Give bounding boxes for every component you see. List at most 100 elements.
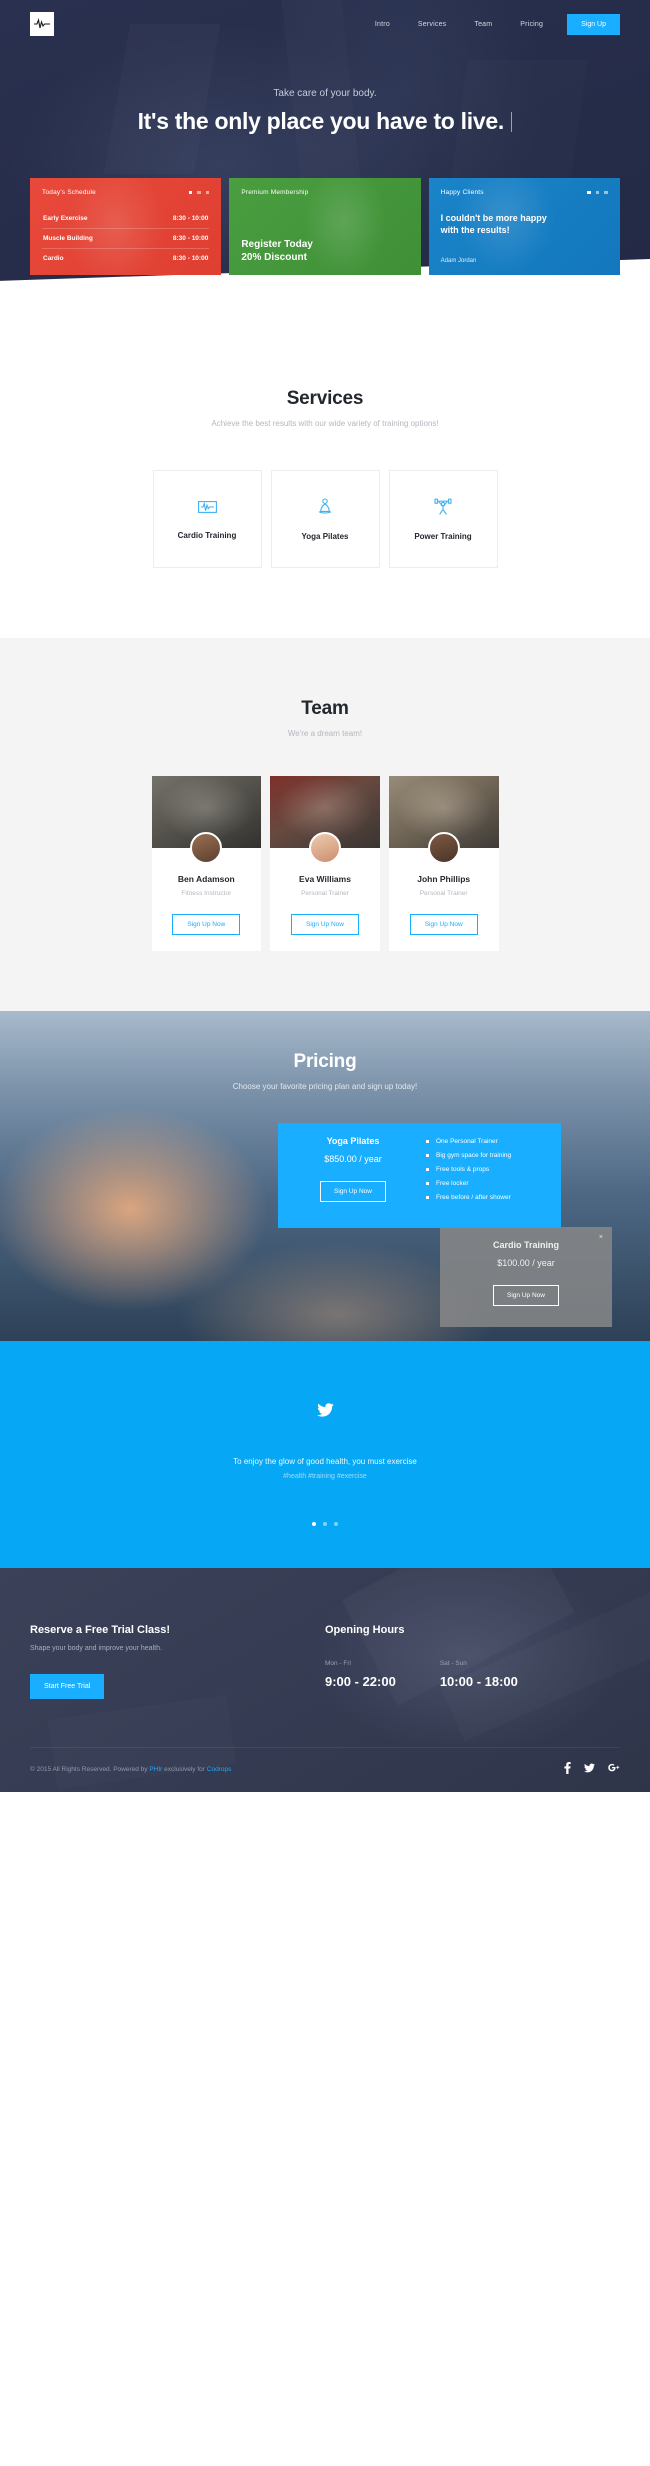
membership-line-2: 20% Discount	[241, 251, 307, 263]
nav-link-team[interactable]: Team	[460, 21, 506, 28]
plan-price: $100.00 / year	[497, 1258, 555, 1268]
services-section: Services Achieve the best results with o…	[0, 300, 650, 638]
team-card[interactable]: Eva Williams Personal Trainer Sign Up No…	[270, 776, 380, 951]
pricing-cards: Yoga Pilates $850.00 / year Sign Up Now …	[0, 1123, 650, 1328]
heartbeat-logo-icon[interactable]	[30, 12, 54, 36]
carousel-dot[interactable]	[188, 190, 193, 195]
team-cards: Ben Adamson Fitness Instructor Sign Up N…	[151, 776, 499, 951]
promo-membership-title: Premium Membership	[241, 189, 309, 196]
tweet-carousel-dots[interactable]	[0, 1522, 650, 1526]
team-signup-button[interactable]: Sign Up Now	[172, 914, 241, 935]
carousel-dot[interactable]	[604, 190, 608, 195]
nav-link-intro[interactable]: Intro	[361, 21, 404, 28]
codrops-link[interactable]: Codrops	[207, 1766, 232, 1773]
plan-signup-button[interactable]: Sign Up Now	[320, 1181, 386, 1202]
cta-title: Reserve a Free Trial Class!	[30, 1624, 171, 1636]
avatar	[427, 832, 460, 864]
plan-feature-label: One Personal Trainer	[436, 1138, 498, 1145]
hours-title: Opening Hours	[325, 1624, 405, 1636]
client-quote-line-1: I couldn't be more happy	[440, 213, 547, 223]
promo-card-clients[interactable]: Happy Clients I couldn't be more happy w…	[429, 178, 620, 275]
carousel-dot[interactable]	[595, 190, 600, 195]
twitter-icon[interactable]	[584, 1763, 595, 1775]
promo-cards: Today's Schedule Early Exercise 8:30 - 1…	[30, 178, 620, 275]
tweet-section: To enjoy the glow of good health, you mu…	[0, 1341, 650, 1568]
hours-value: 9:00 - 22:00	[325, 1674, 396, 1689]
team-signup-button[interactable]: Sign Up Now	[409, 914, 478, 935]
team-title: Team	[301, 698, 349, 719]
schedule-name: Cardio	[43, 255, 64, 262]
schedule-row: Muscle Building 8:30 - 10:00	[42, 228, 210, 248]
copyright-mid: exclusively for	[162, 1765, 207, 1773]
plan-price: $850.00 / year	[324, 1154, 382, 1164]
plan-name: Cardio Training	[492, 1240, 559, 1250]
bullet-icon	[426, 1182, 429, 1185]
phir-link[interactable]: PHIr	[149, 1766, 162, 1773]
footer-columns: Reserve a Free Trial Class! Shape your b…	[30, 1624, 620, 1747]
nav-link-pricing[interactable]: Pricing	[506, 21, 557, 28]
start-free-trial-button[interactable]: Start Free Trial	[30, 1674, 105, 1699]
promo-card-membership[interactable]: Premium Membership Register Today 20% Di…	[229, 178, 420, 275]
team-card[interactable]: Ben Adamson Fitness Instructor Sign Up N…	[151, 776, 262, 951]
team-signup-button[interactable]: Sign Up Now	[291, 914, 359, 935]
yoga-pose-icon	[316, 497, 334, 516]
promo-carousel-dots[interactable]	[587, 190, 608, 195]
close-icon[interactable]: ×	[599, 1234, 603, 1241]
google-plus-icon[interactable]	[608, 1763, 620, 1776]
membership-line-1: Register Today	[241, 238, 313, 250]
service-label: Cardio Training	[177, 530, 237, 540]
team-card[interactable]: John Phillips Personal Trainer Sign Up N…	[388, 776, 499, 951]
heartbeat-monitor-icon	[197, 499, 217, 515]
carousel-dot[interactable]	[312, 1522, 316, 1526]
plan-feature: Free before / after shower	[426, 1194, 545, 1201]
signup-button[interactable]: Sign Up	[567, 13, 620, 35]
promo-carousel-dots[interactable]	[188, 190, 210, 195]
bullet-icon	[426, 1140, 429, 1143]
promo-membership-header: Premium Membership	[241, 189, 408, 196]
plan-feature-label: Free before / after shower	[436, 1194, 511, 1201]
plan-feature: Free tools & props	[426, 1166, 545, 1173]
pricing-subtitle: Choose your favorite pricing plan and si…	[232, 1082, 418, 1091]
hero-title-text: It's the only place you have to live.	[137, 108, 505, 134]
carousel-dot[interactable]	[205, 190, 210, 195]
promo-schedule-title: Today's Schedule	[42, 189, 96, 196]
nav-link-services[interactable]: Services	[404, 21, 460, 28]
tweet-hashtags: #health #training #exercise	[283, 1473, 367, 1480]
schedule-time: 8:30 - 10:00	[172, 255, 209, 262]
client-quote-line-2: with the results!	[440, 225, 510, 236]
plan-feature: One Personal Trainer	[426, 1138, 545, 1145]
service-card-cardio[interactable]: Cardio Training	[152, 470, 262, 568]
carousel-dot[interactable]	[587, 190, 591, 195]
schedule-row: Cardio 8:30 - 10:00	[42, 248, 210, 268]
footer-cta: Reserve a Free Trial Class! Shape your b…	[30, 1624, 325, 1699]
nav-links: Intro Services Team Pricing Sign Up	[361, 13, 620, 35]
bullet-icon	[426, 1168, 429, 1171]
promo-clients-header: Happy Clients	[441, 189, 608, 196]
team-member-name: John Phillips	[417, 874, 471, 884]
carousel-dot[interactable]	[334, 1522, 338, 1526]
facebook-icon[interactable]	[564, 1762, 571, 1776]
schedule-time: 8:30 - 10:00	[172, 215, 209, 222]
team-member-role: Personal Trainer	[301, 890, 349, 897]
service-card-yoga[interactable]: Yoga Pilates	[270, 470, 380, 568]
plan-signup-button[interactable]: Sign Up Now	[493, 1285, 559, 1306]
plan-feature-label: Free locker	[436, 1180, 469, 1187]
hours-entry: Mon - Fri 9:00 - 22:00	[325, 1660, 396, 1689]
footer-hours: Opening Hours Mon - Fri 9:00 - 22:00 Sat…	[325, 1624, 620, 1699]
hours-entry: Sat - Sun 10:00 - 18:00	[440, 1660, 518, 1689]
carousel-dot[interactable]	[323, 1522, 327, 1526]
schedule-name: Muscle Building	[43, 235, 93, 242]
team-subtitle: We're a dream team!	[287, 729, 363, 738]
carousel-dot[interactable]	[197, 190, 201, 195]
promo-card-schedule[interactable]: Today's Schedule Early Exercise 8:30 - 1…	[30, 178, 221, 275]
social-links	[564, 1762, 620, 1776]
footer-section: Reserve a Free Trial Class! Shape your b…	[0, 1568, 650, 1792]
cta-subtitle: Shape your body and improve your health.	[30, 1645, 162, 1652]
pricing-card-cardio[interactable]: × Cardio Training $100.00 / year Sign Up…	[440, 1227, 612, 1327]
team-member-name: Ben Adamson	[177, 874, 235, 884]
service-card-power[interactable]: Power Training	[388, 470, 498, 568]
pricing-card-yoga[interactable]: Yoga Pilates $850.00 / year Sign Up Now …	[278, 1123, 561, 1228]
schedule-time: 8:30 - 10:00	[172, 235, 209, 242]
avatar	[190, 832, 223, 864]
typing-caret	[510, 112, 513, 132]
